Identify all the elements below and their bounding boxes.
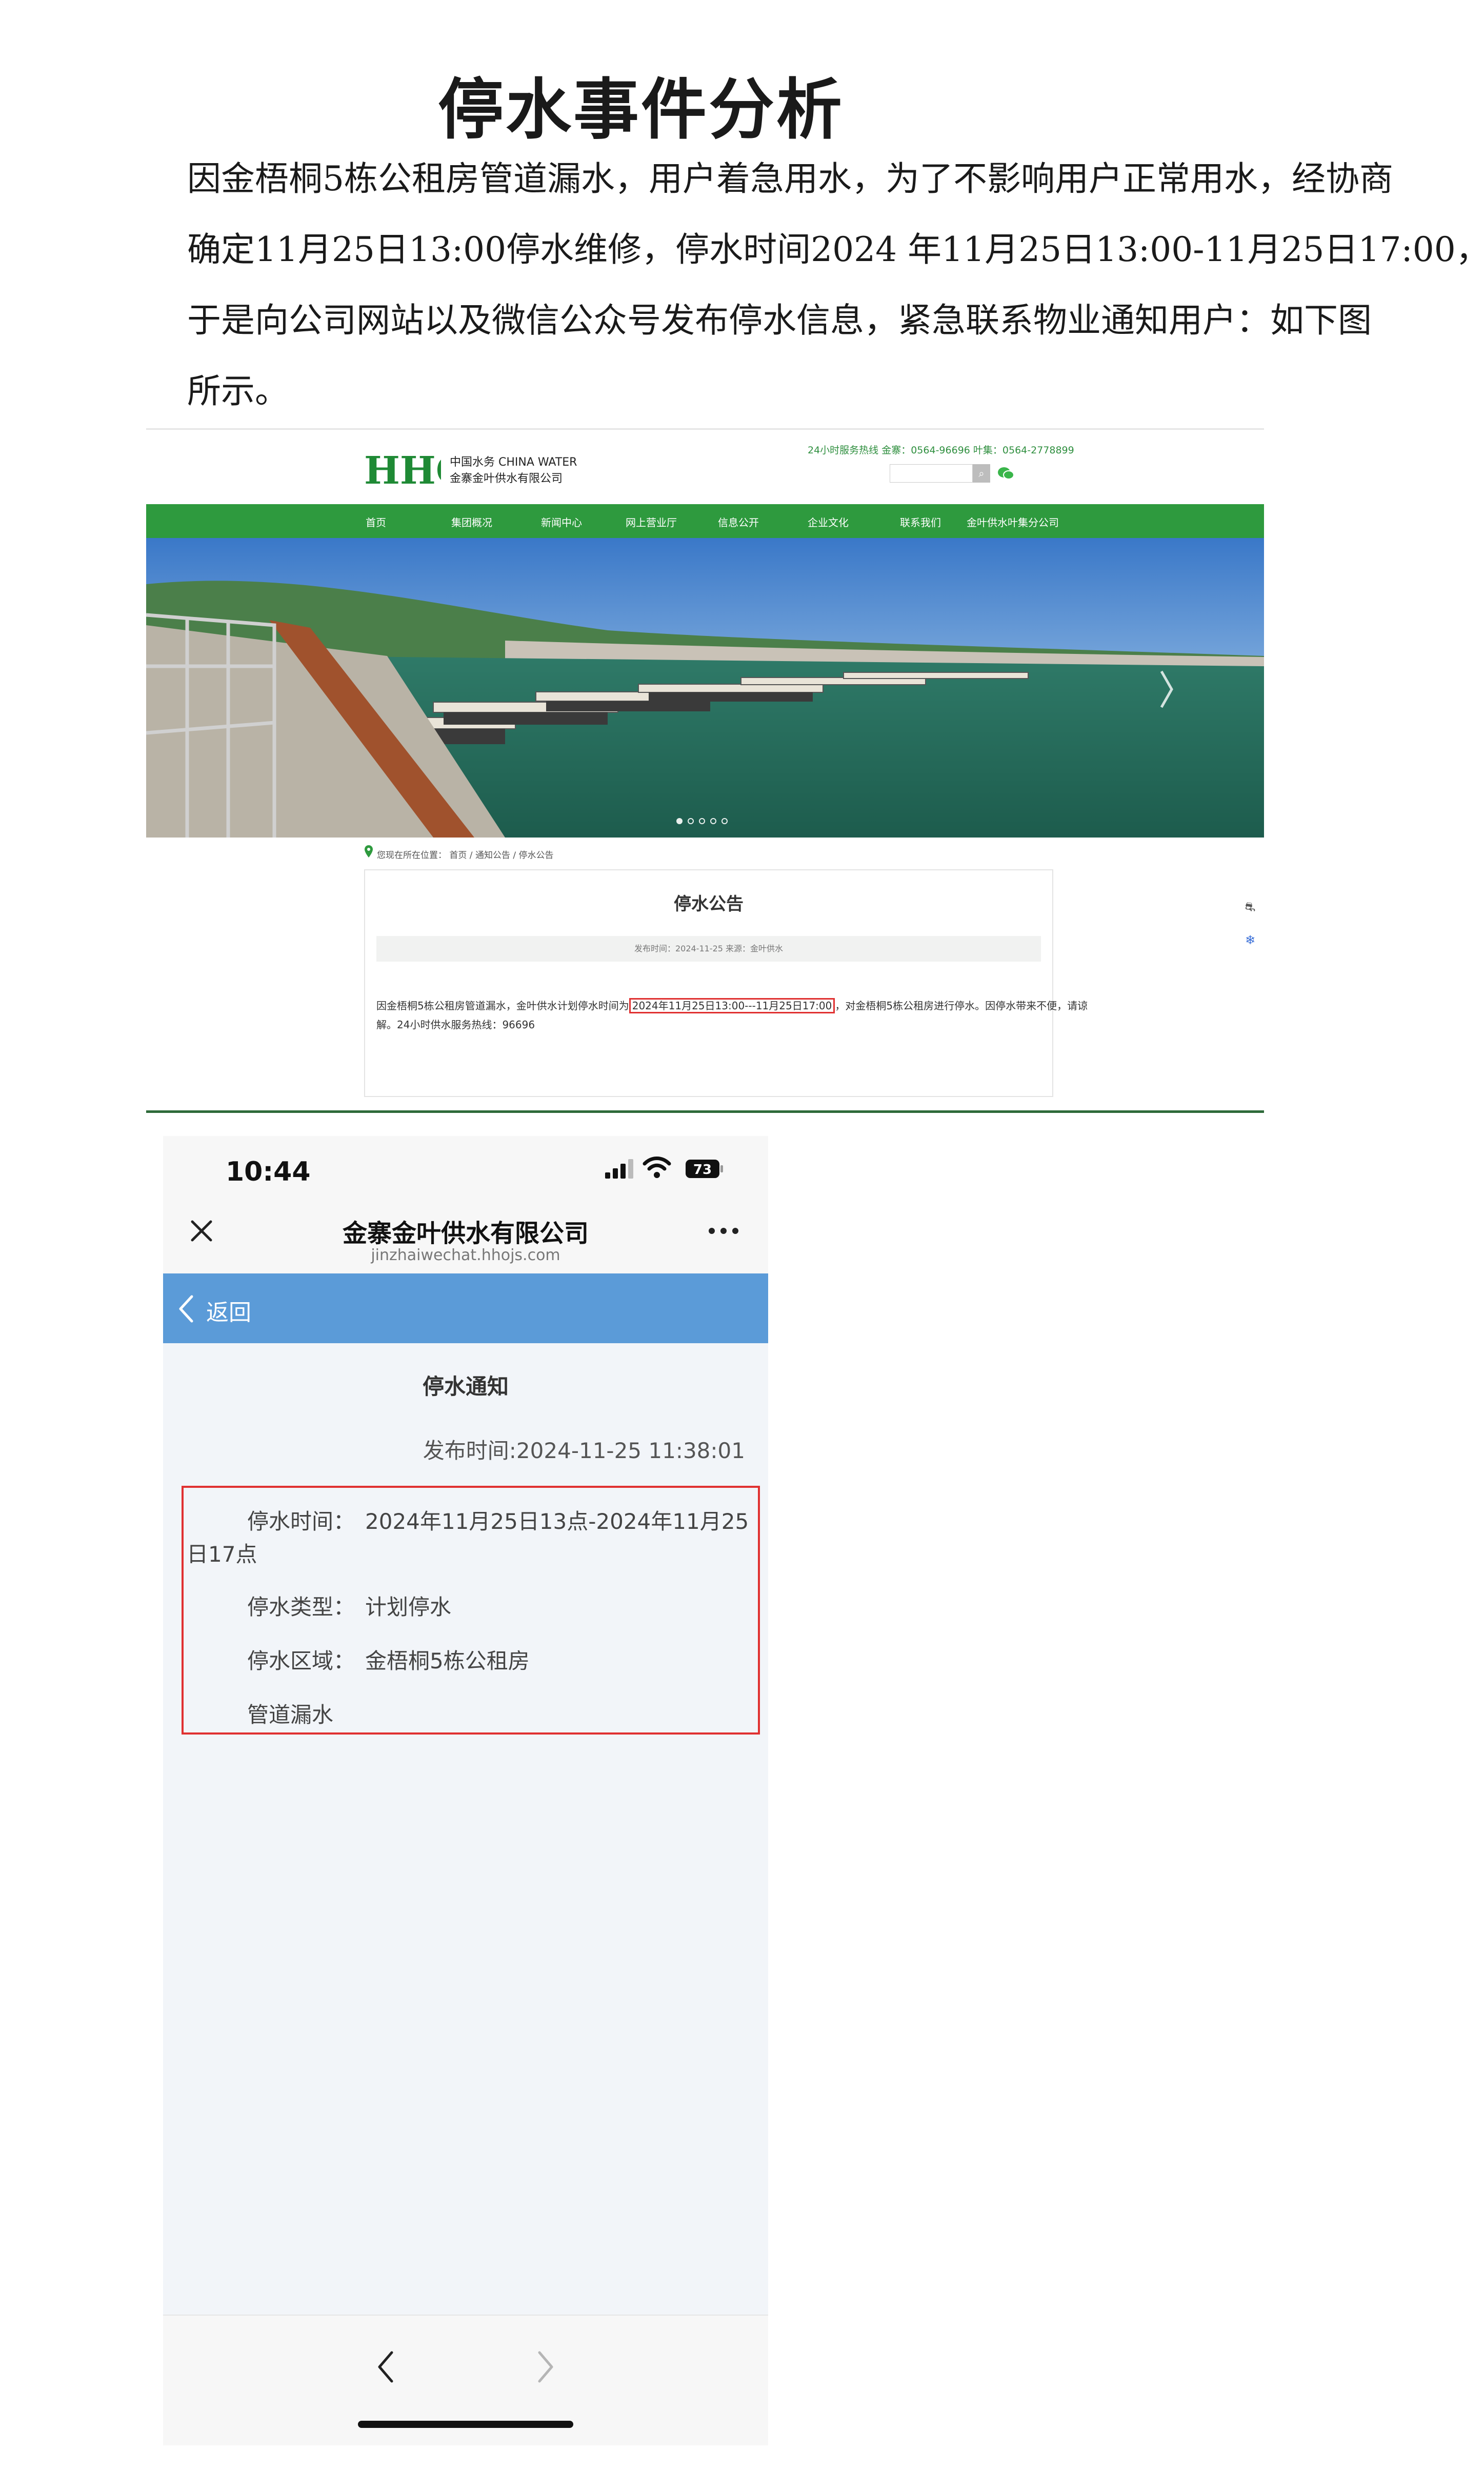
- notice-meta: 发布时间：2024-11-25 来源：金叶供水: [376, 936, 1041, 962]
- hero-banner-image: [146, 538, 1264, 838]
- logo-line-1: 中国水务 CHINA WATER: [450, 456, 577, 469]
- outage-area-value: 金梧桐5栋公租房: [365, 1648, 530, 1673]
- nav-contact[interactable]: 联系我们: [900, 514, 941, 529]
- outage-area-label: 停水区域：: [247, 1648, 355, 1673]
- page-forward-icon: [538, 2351, 553, 2383]
- paragraph-line: 因金梧桐5栋公租房管道漏水，用户着急用水，为了不影响用户正常用水，经协商: [187, 159, 1393, 198]
- battery-level: 73: [693, 1162, 712, 1178]
- outage-time-value: 2024年11月25日13点-2024年11月25: [365, 1509, 749, 1534]
- accessibility-icon[interactable]: ❄: [1238, 928, 1262, 952]
- page-bottom-rule: [146, 1110, 1264, 1113]
- outage-type-label: 停水类型：: [247, 1595, 355, 1620]
- website-screenshot: HHO 中国水务 CHINA WATER 金寨金叶供水有限公司 24小时服务热线…: [146, 428, 1264, 1118]
- notice-body: 因金梧桐5栋公租房管道漏水，金叶供水计划停水时间为 2024年11月25日13:0…: [376, 998, 1088, 1013]
- mini-program-domain: jinzhaiwechat.hhojs.com: [371, 1246, 560, 1264]
- nav-branch[interactable]: 金叶供水叶集分公司: [967, 514, 1059, 529]
- top-edge: [146, 428, 1264, 430]
- hotline-text: 24小时服务热线 金寨：0564-96696 叶集：0564-2778899: [808, 445, 1074, 456]
- back-bar: [163, 1273, 768, 1343]
- nav-news-center[interactable]: 新闻中心: [541, 514, 582, 529]
- search-button[interactable]: ⌕: [973, 464, 990, 483]
- notice-body-after: ，对金梧桐5栋公租房进行停水。因停水带来不便，请谅: [835, 1000, 1088, 1012]
- notice-card: 停水公告 发布时间：2024-11-25 来源：金叶供水 因金梧桐5栋公租房管道…: [364, 869, 1088, 1097]
- nav-culture[interactable]: 企业文化: [808, 514, 849, 529]
- back-button[interactable]: 返回: [206, 1294, 251, 1327]
- outage-type-row: 停水类型： 计划停水: [247, 1590, 451, 1621]
- publish-time: 发布时间:2024-11-25 11:38:01: [423, 1438, 745, 1463]
- paragraph-line: 所示。: [187, 371, 289, 411]
- wifi-icon: [643, 1157, 671, 1178]
- page-back-icon[interactable]: [373, 2346, 399, 2387]
- notice-title: 停水通知: [422, 1374, 509, 1399]
- highlighted-outage-time: 2024年11月25日13:00---11月25日17:00: [629, 998, 835, 1013]
- search-input[interactable]: [890, 464, 973, 483]
- back-chevron-icon[interactable]: [176, 1292, 197, 1325]
- outage-type-value: 计划停水: [365, 1595, 452, 1620]
- main-nav: 首页 集团概况 新闻中心 网上营业厅 信息公开 企业文化 联系我们 金叶供水叶集…: [146, 504, 1264, 538]
- logo-line-2: 金寨金叶供水有限公司: [450, 472, 563, 485]
- notice-body-before: 因金梧桐5栋公租房管道漏水，金叶供水计划停水时间为: [376, 1000, 629, 1012]
- document-title: 停水事件分析: [437, 71, 844, 148]
- notice-title: 停水公告: [674, 894, 744, 914]
- paragraph-line: 于是向公司网站以及微信公众号发布停水信息，紧急联系物业通知用户：如下图: [187, 301, 1372, 340]
- wechat-icon[interactable]: [997, 466, 1015, 481]
- outage-time-wrap: 日17点: [187, 1542, 257, 1567]
- nav-home[interactable]: 首页: [366, 514, 386, 529]
- paragraph-line: 确定11月25日13:00停水维修，停水时间2024 年11月25日13:00-…: [187, 230, 1484, 269]
- status-time: 10:44: [226, 1157, 311, 1187]
- home-indicator[interactable]: [358, 2421, 573, 2428]
- outage-area-row: 停水区域： 金梧桐5栋公租房: [247, 1644, 530, 1675]
- nav-online-service[interactable]: 网上营业厅: [626, 514, 677, 529]
- cellular-signal-icon: [605, 1159, 633, 1179]
- hho-logo: HHO: [364, 449, 441, 490]
- nav-info-disclosure[interactable]: 信息公开: [718, 514, 759, 529]
- translate-icon[interactable]: ⛐: [1238, 895, 1262, 919]
- outage-reason: 管道漏水: [247, 1702, 334, 1727]
- phone-screenshot: 10:44 73 金寨金叶供水有限公司 jinzhaiwechat.hhojs.…: [163, 1136, 768, 2445]
- document-paragraph: 因金梧桐5栋公租房管道漏水，用户着急用水，为了不影响用户正常用水，经协商 确定1…: [187, 144, 1484, 427]
- battery-icon: 73: [686, 1160, 723, 1178]
- notice-body-line-2: 解。24小时供水服务热线：96696: [376, 1019, 535, 1031]
- more-options-icon[interactable]: [706, 1226, 741, 1236]
- outage-time-label: 停水时间：: [247, 1509, 355, 1534]
- breadcrumb: 您现在所在位置： 首页 / 通知公告 / 停水公告: [377, 850, 554, 861]
- location-pin-icon: [365, 845, 373, 858]
- logo-text: HHO: [364, 449, 441, 490]
- nav-group-overview[interactable]: 集团概况: [451, 514, 492, 529]
- outage-time-row: 停水时间： 2024年11月25日13点-2024年11月25: [247, 1504, 749, 1536]
- mini-program-title: 金寨金叶供水有限公司: [342, 1219, 589, 1248]
